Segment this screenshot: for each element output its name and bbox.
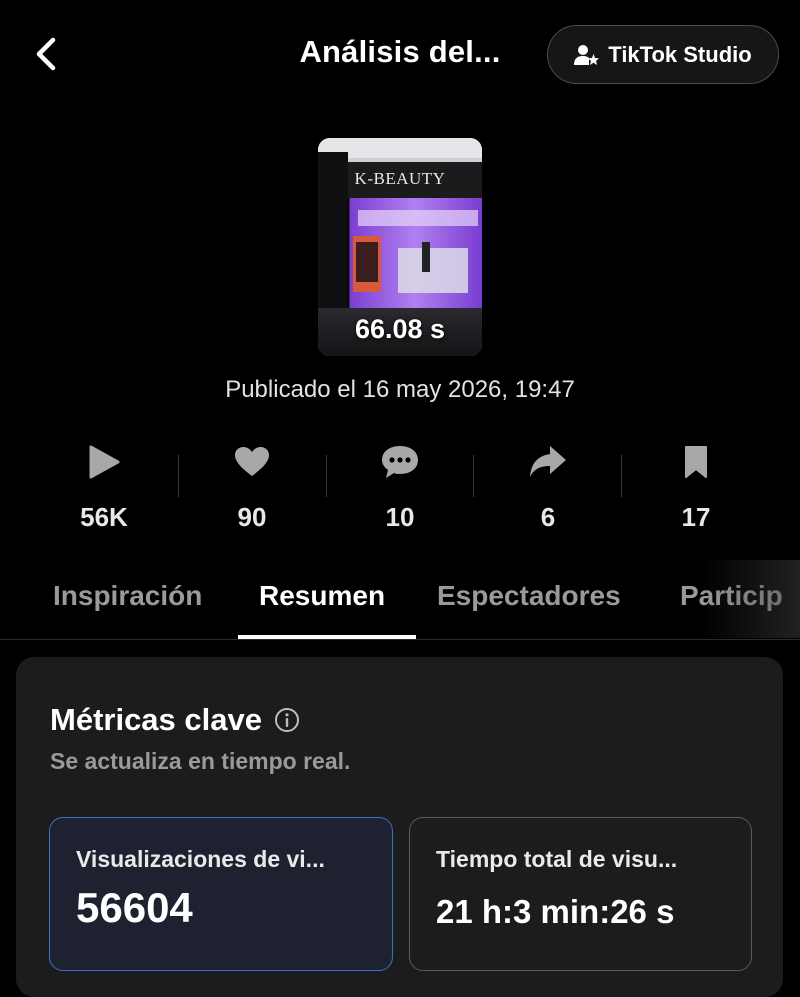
store-sign-text: K-BEAUTY [354,169,446,188]
stat-saves-value: 17 [681,502,711,532]
key-metrics-title-text: Métricas clave [50,702,262,737]
share-icon [530,446,566,477]
tiktok-studio-label: TikTok Studio [608,41,752,67]
metric-total-watch-time[interactable]: Tiempo total de visu... 21 h:3 min:26 s [409,817,752,971]
stats-row: 56K 90 10 6 17 [30,440,770,540]
metric-value: 56604 [76,884,193,931]
stat-views-value: 56K [80,502,128,532]
published-date: Publicado el 16 may 2026, 19:47 [225,376,575,403]
key-metrics-title: Métricas clave [50,702,300,738]
tab-espectadores[interactable]: Espectadores [437,580,621,612]
stat-shares-value: 6 [540,502,556,532]
tiktok-studio-button[interactable]: TikTok Studio [547,25,779,84]
stat-divider [178,455,179,497]
video-duration: 66.08 s [354,314,446,344]
info-icon[interactable] [274,707,300,733]
stat-divider [473,455,474,497]
metric-value: 21 h:3 min:26 s [436,893,675,930]
video-thumbnail[interactable]: K-BEAUTY 66.08 s [318,138,482,356]
tab-overflow-fade [700,560,800,638]
tab-bar-divider [0,639,800,640]
stat-divider [326,455,327,497]
comment-icon [382,446,418,478]
stat-likes-value: 90 [237,502,267,532]
active-tab-indicator [238,635,416,639]
metric-label: Tiempo total de visu... [436,846,678,872]
tab-resumen[interactable]: Resumen [259,580,385,612]
stat-views: 56K [30,440,178,540]
tab-inspiracion[interactable]: Inspiración [53,580,202,612]
user-star-icon [574,44,600,65]
stat-comments: 10 [326,440,474,540]
play-icon [89,445,120,479]
heart-icon [235,447,269,476]
bookmark-icon [685,446,707,478]
key-metrics-subtitle: Se actualiza en tiempo real. [50,748,351,774]
stat-likes: 90 [178,440,326,540]
stat-shares: 6 [474,440,622,540]
stat-saves: 17 [622,440,770,540]
stat-divider [621,455,622,497]
stat-comments-value: 10 [385,502,415,532]
tab-bar: Inspiración Resumen Espectadores Partici… [0,560,800,640]
metric-label: Visualizaciones de vi... [76,846,325,872]
metric-video-views[interactable]: Visualizaciones de vi... 56604 [49,817,393,971]
